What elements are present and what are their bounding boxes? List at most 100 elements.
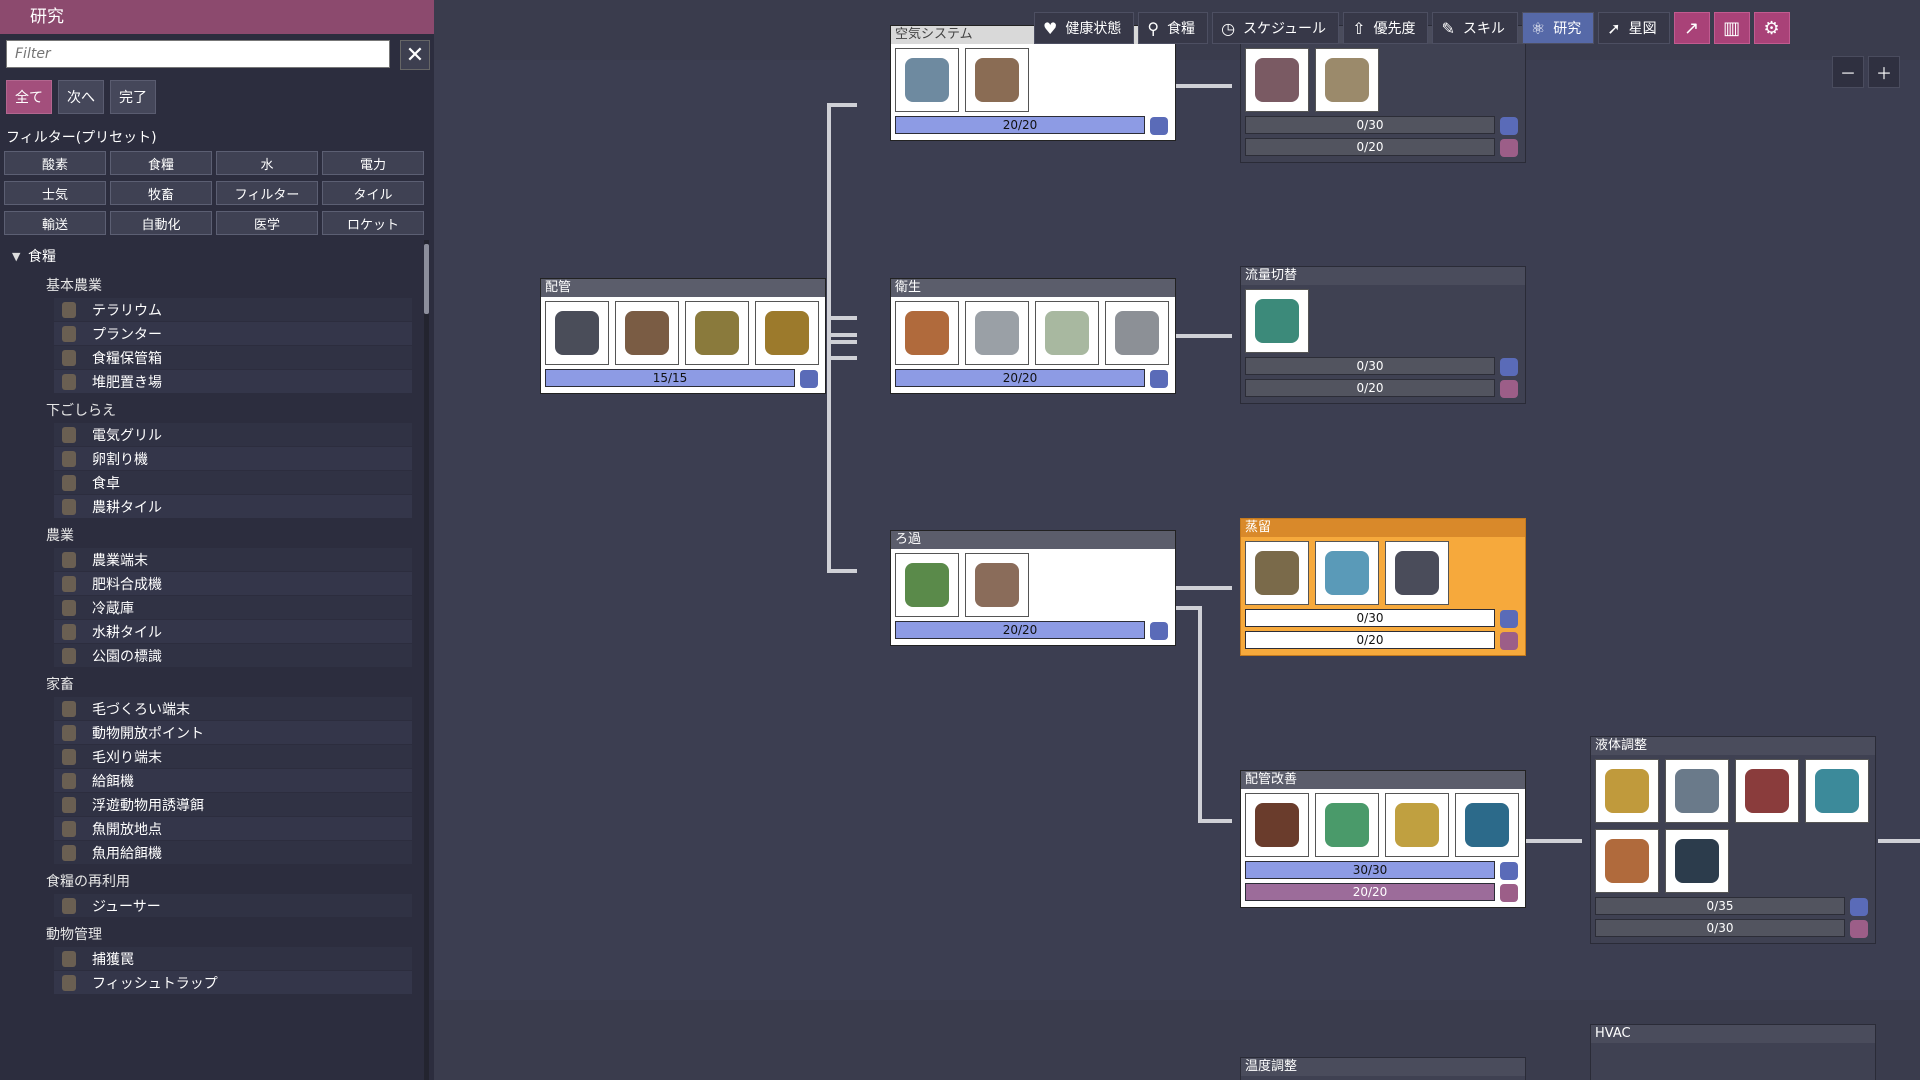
category-header[interactable]: ▼ 食糧 xyxy=(0,246,420,268)
list-item[interactable]: 卵割り機 xyxy=(54,447,412,470)
research-node-improved-plumbing[interactable]: 配管改善 30/30 20/20 xyxy=(1240,770,1526,908)
preset-button[interactable]: 牧畜 xyxy=(110,181,212,205)
building-icon xyxy=(62,426,76,443)
tab-priority[interactable]: ⇧ 優先度 xyxy=(1343,12,1429,44)
node-unlocks xyxy=(1241,285,1525,353)
zoom-in-icon[interactable]: ＋ xyxy=(1868,56,1900,88)
building-icon xyxy=(1665,829,1729,893)
research-point-icon xyxy=(1500,380,1518,398)
wrench-icon: ✎ xyxy=(1441,18,1455,38)
preset-button[interactable]: 自動化 xyxy=(110,211,212,235)
preset-button[interactable]: 水 xyxy=(216,151,318,175)
heart-icon: ♥ xyxy=(1043,18,1058,38)
list-item[interactable]: 浮遊動物用誘導餌 xyxy=(54,793,412,816)
list-item[interactable]: 毛づくろい端末 xyxy=(54,697,412,720)
item-label: 農耕タイル xyxy=(92,499,162,516)
tab-health[interactable]: ♥ 健康状態 xyxy=(1034,12,1135,44)
tree-connector xyxy=(1176,334,1232,338)
filter-input[interactable] xyxy=(6,40,390,68)
mode-done-button[interactable]: 完了 xyxy=(110,80,156,114)
tab-schedule[interactable]: ◷ スケジュール xyxy=(1212,12,1340,44)
node-title: 液体調整 xyxy=(1591,737,1875,755)
research-node-liquid-tuning[interactable]: 液体調整 0/35 0/30 xyxy=(1590,736,1876,944)
list-item[interactable]: 堆肥置き場 xyxy=(54,370,412,393)
research-node-filtration[interactable]: ろ過 20/20 xyxy=(890,530,1176,646)
tab-label: スキル xyxy=(1462,21,1505,37)
close-icon[interactable]: ✕ xyxy=(400,40,430,70)
preset-button[interactable]: フィルター xyxy=(216,181,318,205)
scrollbar[interactable] xyxy=(424,240,429,1080)
tab-research[interactable]: ⚛ 研究 xyxy=(1521,12,1595,44)
tab-label: 星図 xyxy=(1628,21,1657,37)
research-node-flow-redirection[interactable]: 流量切替 0/30 0/20 xyxy=(1240,266,1526,404)
building-icon xyxy=(62,844,76,861)
chart-icon[interactable]: ↗ xyxy=(1673,12,1710,44)
list-item[interactable]: 冷蔵庫 xyxy=(54,596,412,619)
item-label: 電気グリル xyxy=(92,427,162,444)
research-progress: 30/30 xyxy=(1245,861,1518,880)
preset-button[interactable]: 食糧 xyxy=(110,151,212,175)
tab-skills[interactable]: ✎ スキル xyxy=(1432,12,1518,44)
tree-connector xyxy=(1176,606,1202,610)
research-point-icon xyxy=(1500,610,1518,628)
research-node-hvac[interactable]: HVAC xyxy=(1590,1024,1876,1080)
preset-button[interactable]: 輸送 xyxy=(4,211,106,235)
item-label: 魚開放地点 xyxy=(92,821,162,838)
list-item[interactable]: 捕獲罠 xyxy=(54,947,412,970)
list-item[interactable]: プランター xyxy=(54,322,412,345)
preset-button[interactable]: 電力 xyxy=(322,151,424,175)
list-item[interactable]: 農業端末 xyxy=(54,548,412,571)
list-item[interactable]: 水耕タイル xyxy=(54,620,412,643)
building-icon xyxy=(1665,759,1729,823)
research-node[interactable]: 0/30 0/20 xyxy=(1240,25,1526,163)
building-icon xyxy=(895,301,959,365)
list-item[interactable]: 肥料合成機 xyxy=(54,572,412,595)
list-item[interactable]: 魚用給餌機 xyxy=(54,841,412,864)
list-item[interactable]: 食糧保管箱 xyxy=(54,346,412,369)
list-item[interactable]: 動物開放ポイント xyxy=(54,721,412,744)
list-item[interactable]: 給餌機 xyxy=(54,769,412,792)
list-item[interactable]: 食卓 xyxy=(54,471,412,494)
gear-icon[interactable]: ⚙ xyxy=(1753,12,1790,44)
list-item[interactable]: 毛刈り端末 xyxy=(54,745,412,768)
tab-starmap[interactable]: ➚ 星図 xyxy=(1598,12,1670,44)
building-icon xyxy=(62,796,76,813)
list-item[interactable]: ジューサー xyxy=(54,894,412,917)
building-icon xyxy=(1315,541,1379,605)
preset-button[interactable]: タイル xyxy=(322,181,424,205)
building-icon xyxy=(1385,541,1449,605)
list-item[interactable]: テラリウム xyxy=(54,298,412,321)
research-point-icon xyxy=(1500,884,1518,902)
scrollbar-thumb[interactable] xyxy=(424,244,429,314)
tab-food[interactable]: ⚲ 食糧 xyxy=(1138,12,1209,44)
book-icon[interactable]: ▥ xyxy=(1713,12,1750,44)
item-label: フィッシュトラップ xyxy=(92,975,218,992)
preset-button[interactable]: 医学 xyxy=(216,211,318,235)
research-canvas[interactable]: 空気システム 20/20 0/30 0/20 配管 15/15 衛生 20/20… xyxy=(434,0,1920,1080)
mode-next-button[interactable]: 次へ xyxy=(58,80,104,114)
list-item[interactable]: 農耕タイル xyxy=(54,495,412,518)
chevron-down-icon: ▼ xyxy=(12,250,21,263)
list-item[interactable]: フィッシュトラップ xyxy=(54,971,412,994)
building-icon xyxy=(62,599,76,616)
research-point-icon xyxy=(1500,117,1518,135)
research-node-plumbing[interactable]: 配管 15/15 xyxy=(540,278,826,394)
list-item[interactable]: 公園の標識 xyxy=(54,644,412,667)
research-node-sanitation[interactable]: 衛生 20/20 xyxy=(890,278,1176,394)
research-progress: 0/30 xyxy=(1245,357,1518,376)
zoom-out-icon[interactable]: － xyxy=(1832,56,1864,88)
group-title: 基本農業 xyxy=(46,278,102,294)
building-icon xyxy=(62,974,76,991)
preset-button[interactable]: ロケット xyxy=(322,211,424,235)
tree-connector xyxy=(1878,839,1920,843)
building-icon xyxy=(1455,793,1519,857)
research-progress: 20/20 xyxy=(1245,883,1518,902)
research-node-temperature[interactable]: 温度調整 xyxy=(1240,1057,1526,1080)
building-icon xyxy=(1315,793,1379,857)
mode-all-button[interactable]: 全て xyxy=(6,80,52,114)
list-item[interactable]: 魚開放地点 xyxy=(54,817,412,840)
research-node-distillation[interactable]: 蒸留 0/30 0/20 xyxy=(1240,518,1526,656)
preset-button[interactable]: 酸素 xyxy=(4,151,106,175)
preset-button[interactable]: 士気 xyxy=(4,181,106,205)
list-item[interactable]: 電気グリル xyxy=(54,423,412,446)
